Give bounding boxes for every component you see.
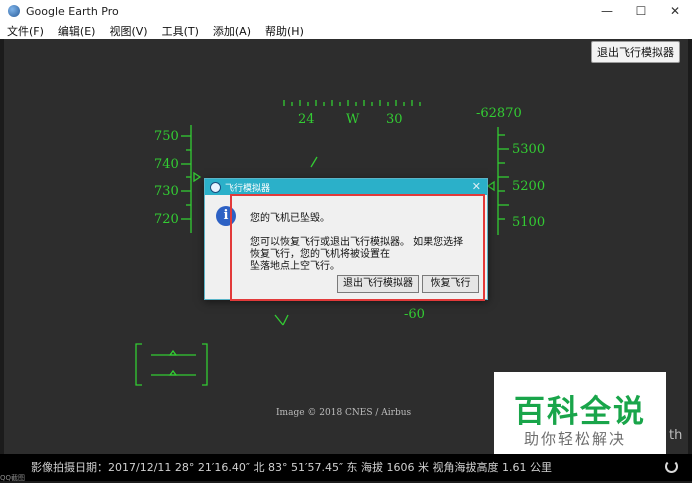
menu-view[interactable]: 视图(V) <box>102 23 154 39</box>
menu-tools[interactable]: 工具(T) <box>155 23 206 39</box>
maximize-button[interactable]: ☐ <box>624 0 658 22</box>
flight-sim-icon <box>210 181 221 193</box>
watermark-title: 百科全说 <box>514 394 646 430</box>
heading-label: 30 <box>386 112 403 127</box>
menu-help[interactable]: 帮助(H) <box>258 23 311 39</box>
dialog-titlebar: 飞行模拟器 ✕ <box>205 179 487 195</box>
heading-label: 24 <box>298 112 315 127</box>
dialog-title: 飞行模拟器 <box>225 183 271 194</box>
speed-tick-label: 730 <box>154 184 179 199</box>
close-button[interactable]: ✕ <box>658 0 692 22</box>
altitude-tick-label: 5100 <box>512 215 545 230</box>
speed-tick-label: 750 <box>154 129 179 144</box>
menu-edit[interactable]: 编辑(E) <box>51 23 103 39</box>
imagery-credit: Image © 2018 CNES / Airbus <box>276 408 412 418</box>
minimize-button[interactable]: — <box>590 0 624 22</box>
status-bar: 影像拍摄日期：2017/12/11 28° 21′16.40″ 北 83° 51… <box>0 454 692 481</box>
loading-spinner-icon <box>665 460 678 473</box>
title-bar: Google Earth Pro — ☐ ✕ <box>0 0 692 22</box>
window-title: Google Earth Pro <box>26 4 119 18</box>
menu-add[interactable]: 添加(A) <box>206 23 258 39</box>
corner-caption: QQ截图 <box>0 474 26 482</box>
menu-file[interactable]: 文件(F) <box>0 23 51 39</box>
status-text: 影像拍摄日期：2017/12/11 28° 21′16.40″ 北 83° 51… <box>31 461 553 474</box>
speed-tick-label: 740 <box>154 157 179 172</box>
red-annotation-box <box>230 194 485 301</box>
altitude-tick-label: 5300 <box>512 142 545 157</box>
google-earth-icon <box>8 5 20 17</box>
watermark-logo: 百科全说 助你轻松解决 <box>494 372 666 455</box>
heading-label: W <box>346 112 360 127</box>
altitude-tick-label: 5200 <box>512 179 545 194</box>
partial-logo-text: th <box>669 428 683 443</box>
dialog-close-icon[interactable]: ✕ <box>472 180 481 193</box>
watermark-subtitle: 助你轻松解决 <box>524 430 627 448</box>
vertical-speed-readout: -62870 <box>476 106 522 121</box>
pitch-label: -60 <box>404 307 425 322</box>
window-controls: — ☐ ✕ <box>590 0 692 22</box>
speed-tick-label: 720 <box>154 212 179 227</box>
menu-bar: 文件(F) 编辑(E) 视图(V) 工具(T) 添加(A) 帮助(H) <box>0 22 692 39</box>
